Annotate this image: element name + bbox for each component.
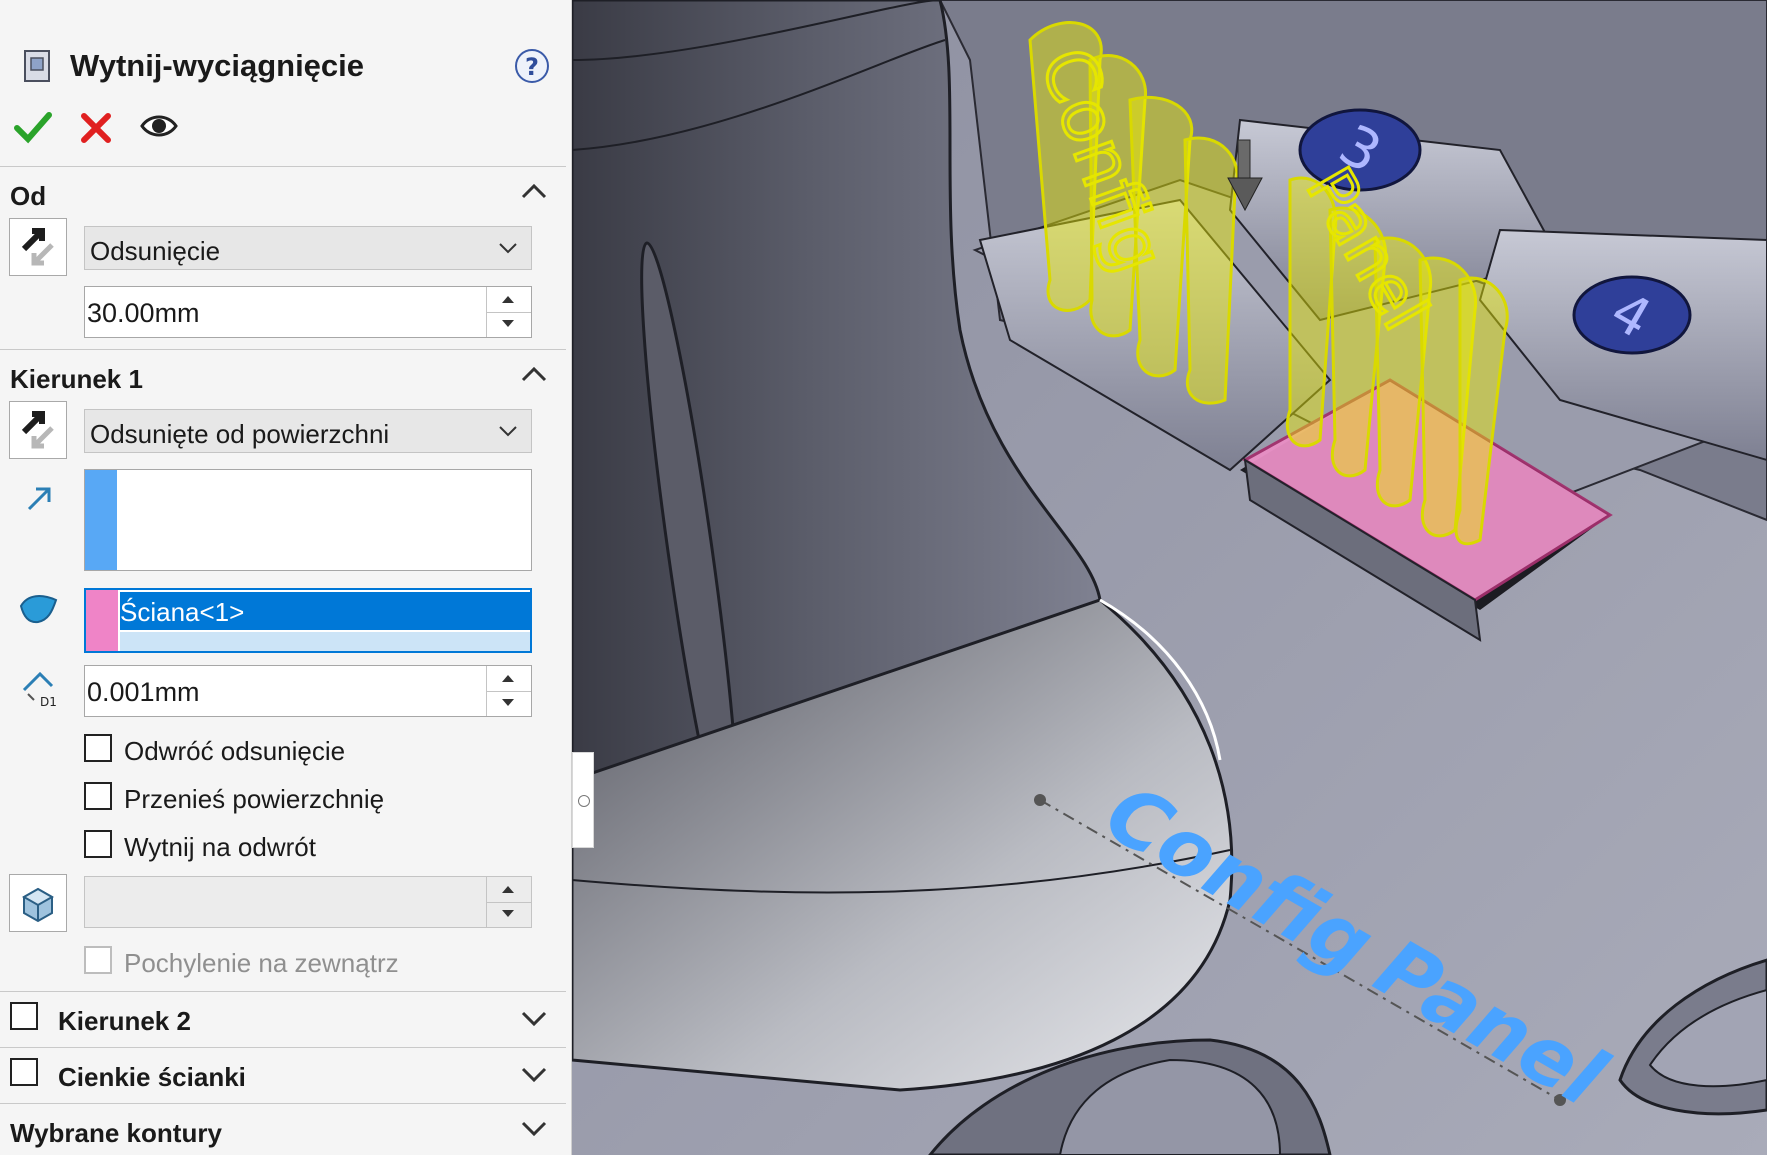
reverse-offset-checkbox[interactable] <box>84 734 112 762</box>
section-kierunek1-header[interactable]: Kierunek 1 <box>0 349 566 398</box>
face-selection-label: Ściana<1> <box>120 597 245 627</box>
translate-surface-checkbox[interactable] <box>84 782 112 810</box>
chevron-down-icon[interactable] <box>520 1062 548 1086</box>
chevron-down-icon <box>499 243 517 254</box>
start-condition-icon <box>21 228 54 266</box>
section-selected-contours-header[interactable]: Wybrane kontury <box>0 1103 566 1156</box>
section-selected-contours-title: Wybrane kontury <box>10 1118 222 1148</box>
spin-down-icon[interactable] <box>487 691 531 716</box>
face-selection-item[interactable]: Ściana<1> <box>120 592 530 630</box>
od-type-value: Odsunięcie <box>90 236 221 266</box>
flip-side-to-cut-label: Wytnij na odwrót <box>124 832 316 862</box>
kierunek1-end-condition-value: Odsunięte od powierzchni <box>90 419 390 449</box>
od-start-condition-button[interactable] <box>9 218 67 276</box>
property-manager: Wytnij-wyciągnięcie ? Od Odsunięcie 30.0… <box>0 0 572 1155</box>
od-offset-value: 30.00mm <box>87 298 200 328</box>
chevron-up-icon[interactable] <box>520 179 548 203</box>
end-condition-icon <box>21 411 54 449</box>
feature-title: Wytnij-wyciągnięcie <box>70 48 365 83</box>
spin-up-icon[interactable] <box>487 666 531 692</box>
spin-down-icon <box>487 902 531 927</box>
kierunek1-end-condition-dropdown[interactable]: Odsunięte od powierzchni <box>84 409 532 453</box>
help-icon[interactable]: ? <box>514 48 550 89</box>
section-od-title: Od <box>10 181 47 211</box>
reverse-offset-label: Odwróć odsunięcie <box>124 736 346 766</box>
spin-down-icon[interactable] <box>487 312 531 337</box>
flip-side-to-cut-checkbox[interactable] <box>84 830 112 858</box>
direction-selection-box[interactable] <box>84 469 532 571</box>
preview-eye-icon[interactable] <box>140 112 178 145</box>
spin-up-icon <box>487 877 531 903</box>
translate-surface-label: Przenieś powierzchnię <box>124 784 385 814</box>
draft-toggle-button[interactable] <box>9 874 67 932</box>
od-offset-spinner[interactable] <box>486 287 531 337</box>
face-icon <box>18 592 60 631</box>
section-thin-feature-header[interactable]: Cienkie ścianki <box>0 1047 566 1103</box>
draft-outward-checkbox <box>84 946 112 974</box>
chevron-down-icon[interactable] <box>520 1116 548 1140</box>
kierunek2-checkbox[interactable] <box>10 1002 38 1030</box>
spin-up-icon[interactable] <box>487 287 531 313</box>
chevron-down-icon <box>499 426 517 437</box>
od-offset-input[interactable]: 30.00mm <box>84 286 532 338</box>
selection-color-swatch-pink <box>86 590 118 651</box>
od-type-dropdown[interactable]: Odsunięcie <box>84 226 532 270</box>
chevron-down-icon[interactable] <box>520 1006 548 1030</box>
kierunek1-offset-value: 0.001mm <box>87 677 200 707</box>
section-thin-feature-title: Cienkie ścianki <box>58 1062 246 1092</box>
kierunek1-offset-spinner[interactable] <box>486 666 531 716</box>
selection-list-empty-row <box>120 632 530 651</box>
thin-feature-checkbox[interactable] <box>10 1058 38 1086</box>
direction-vector-icon <box>24 484 54 519</box>
draft-icon <box>21 887 55 923</box>
selection-color-swatch-blue <box>85 470 117 570</box>
section-od-header[interactable]: Od <box>0 166 566 215</box>
kierunek1-offset-input[interactable]: 0.001mm <box>84 665 532 717</box>
draft-angle-input <box>84 876 532 928</box>
cut-extrude-feature-icon <box>22 48 54 89</box>
face-selection-box[interactable]: Ściana<1> <box>84 588 532 653</box>
section-kierunek2-title: Kierunek 2 <box>58 1006 191 1036</box>
kierunek1-end-condition-button[interactable] <box>9 401 67 459</box>
draft-outward-label: Pochylenie na zewnątrz <box>124 948 399 978</box>
section-kierunek2-header[interactable]: Kierunek 2 <box>0 991 566 1047</box>
draft-angle-spinner <box>486 877 531 927</box>
panel-splitter-handle[interactable] <box>572 752 594 848</box>
svg-text:D1: D1 <box>40 695 57 708</box>
ok-checkmark-icon[interactable] <box>14 110 52 149</box>
section-kierunek1-title: Kierunek 1 <box>10 364 143 394</box>
svg-text:?: ? <box>525 53 539 81</box>
cancel-x-icon[interactable] <box>80 112 112 149</box>
chevron-up-icon[interactable] <box>520 362 548 386</box>
offset-distance-icon: D1 <box>20 670 60 713</box>
